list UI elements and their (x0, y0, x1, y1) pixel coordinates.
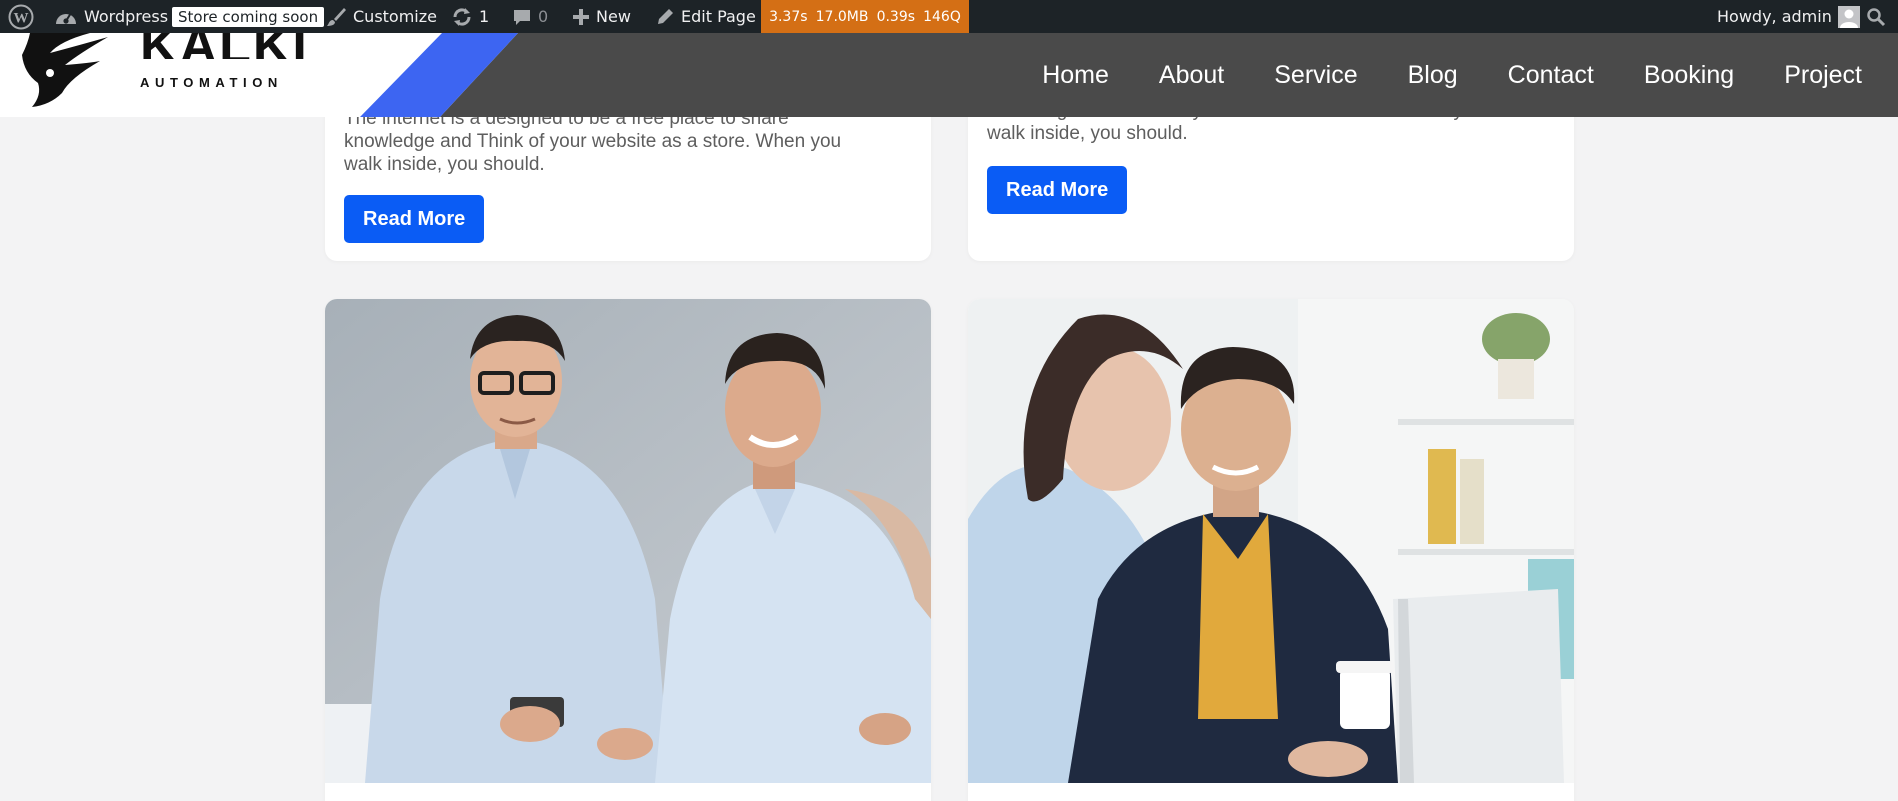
nav-home[interactable]: Home (1042, 61, 1109, 90)
nav-project[interactable]: Project (1784, 61, 1862, 90)
card-1-excerpt-line: knowledge and Think of your website as a… (344, 131, 842, 152)
edit-page-link[interactable]: Edit Page (655, 0, 756, 33)
query-monitor[interactable]: 3.37s 17.0MB 0.39s 146Q (761, 0, 969, 33)
store-badge-label: Store coming soon (172, 6, 325, 27)
edit-page-label: Edit Page (681, 7, 756, 26)
updates-count: 1 (479, 7, 490, 26)
card-1-excerpt: The internet is a designed to be a free … (344, 107, 924, 176)
search-icon (1866, 7, 1886, 27)
qm-queries: 146Q (923, 8, 961, 25)
new-content-link[interactable]: New (572, 0, 631, 33)
logo-tagline: AUTOMATION (140, 75, 283, 90)
card-1-excerpt-line: walk inside, you should. (344, 154, 545, 175)
svg-text:W: W (14, 10, 29, 26)
wordpress-logo-icon: W (8, 4, 34, 30)
qm-db-time: 0.39s (876, 8, 916, 25)
read-more-button-2[interactable]: Read More (987, 166, 1128, 214)
nav-booking[interactable]: Booking (1644, 61, 1734, 90)
search-button[interactable] (1866, 0, 1886, 33)
blog-card-4 (968, 299, 1574, 801)
customize-label: Customize (353, 7, 437, 26)
brush-icon (325, 6, 347, 28)
site-header: KALKI AUTOMATION Home About Service Blog… (0, 17, 1898, 117)
howdy-label: Howdy, admin (1717, 7, 1832, 26)
blog-card-4-image[interactable] (968, 299, 1574, 783)
kalki-logo-mark-icon[interactable] (20, 33, 110, 114)
account-menu[interactable]: Howdy, admin (1717, 0, 1860, 33)
nav-service[interactable]: Service (1274, 61, 1357, 90)
nav-bar-background: Home About Service Blog Contact Booking … (440, 33, 1898, 117)
read-more-button-1[interactable]: Read More (344, 195, 485, 243)
qm-time: 3.37s (769, 8, 808, 25)
wordpress-menu[interactable]: W (8, 0, 34, 33)
plus-icon (572, 8, 590, 26)
refresh-icon (451, 6, 473, 28)
blog-card-3-image[interactable] (325, 299, 931, 783)
pencil-icon (655, 7, 675, 27)
comments-count: 0 (538, 7, 549, 26)
updates-link[interactable]: 1 (451, 0, 489, 33)
comment-icon (512, 7, 532, 27)
blog-card-3 (325, 299, 931, 801)
nav-contact[interactable]: Contact (1508, 61, 1594, 90)
store-coming-soon-badge[interactable]: Store coming soon (172, 0, 325, 33)
customize-link[interactable]: Customize (325, 0, 437, 33)
main-navigation: Home About Service Blog Contact Booking … (1042, 33, 1898, 117)
avatar-icon (1837, 5, 1860, 28)
qm-memory: 17.0MB (815, 8, 869, 25)
card-2-excerpt-line: walk inside, you should. (987, 123, 1188, 144)
dashboard-icon (54, 6, 78, 28)
nav-about[interactable]: About (1159, 61, 1224, 90)
comments-link[interactable]: 0 (512, 0, 548, 33)
site-name: Wordpress (84, 7, 169, 26)
admin-bar: W Wordpress Store coming soon Customize … (0, 0, 1898, 33)
nav-blog[interactable]: Blog (1408, 61, 1458, 90)
new-label: New (596, 7, 631, 26)
site-name-menu[interactable]: Wordpress (54, 0, 168, 33)
